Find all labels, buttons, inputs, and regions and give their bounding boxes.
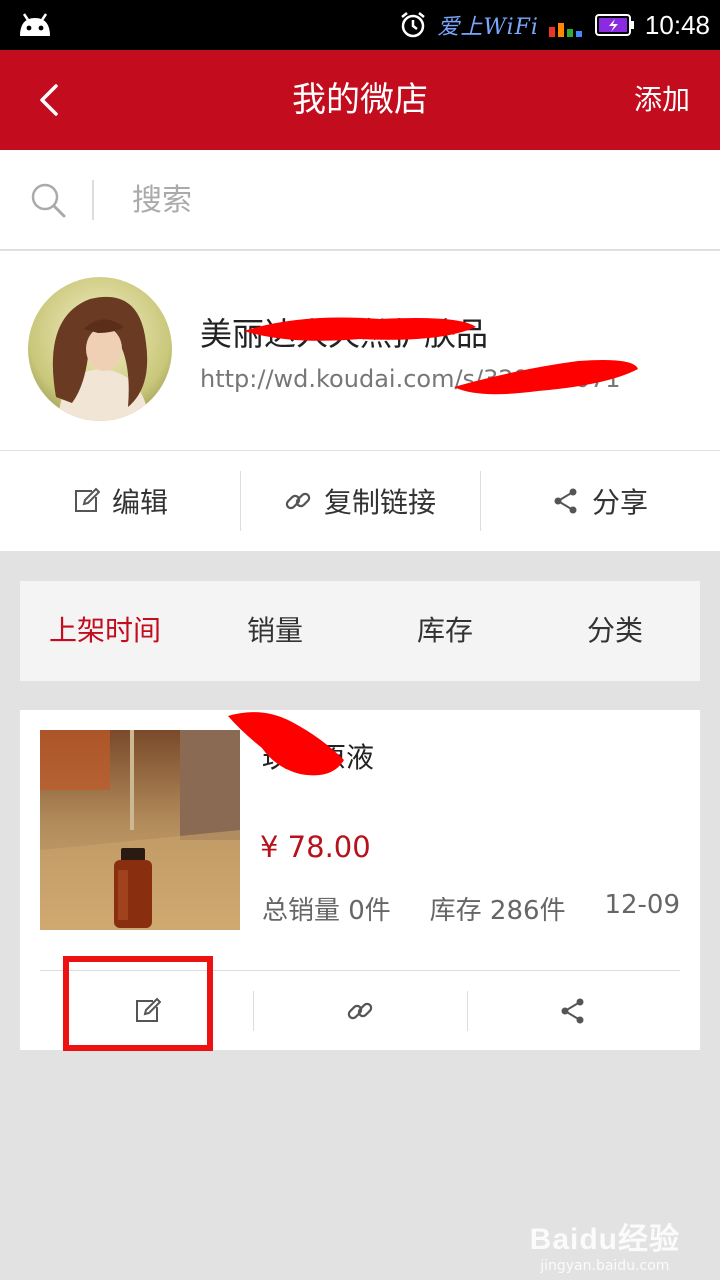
product-date: 12-09 (604, 890, 680, 920)
edit-shop-button[interactable]: 编辑 (0, 451, 240, 551)
search-bar (0, 150, 720, 250)
signal-icon (548, 23, 582, 37)
search-input[interactable] (132, 175, 692, 225)
redaction-mark (244, 317, 476, 341)
link-icon (285, 492, 311, 510)
edit-icon (74, 487, 100, 512)
shop-profile[interactable]: 美丽达人天然护肤品 http://wd.koudai.com/s/3295290… (0, 251, 720, 451)
alarm-icon (401, 12, 426, 38)
sort-tabs: 上架时间 销量 库存 分类 (20, 581, 700, 681)
copy-product-link-button[interactable] (253, 971, 466, 1050)
status-bar: 爱上WiFi 10:48 (0, 0, 720, 50)
redaction-mark (228, 712, 344, 776)
shop-avatar (28, 277, 172, 421)
baidu-watermark: Baidu经验 jingyan.baidu.com (530, 1214, 680, 1274)
product-sales: 总销量 0件 (262, 896, 391, 926)
add-button[interactable]: 添加 (634, 50, 690, 150)
copy-link-label: 复制链接 (323, 486, 436, 519)
highlight-annotation-box (63, 956, 213, 1051)
product-stock: 库存 286件 (429, 896, 566, 926)
redaction-mark (454, 360, 638, 395)
share-icon (554, 488, 577, 514)
tab-category[interactable]: 分类 (530, 581, 700, 681)
share-icon (561, 998, 584, 1023)
watermark-brand: Baidu经验 (529, 1223, 680, 1256)
share-shop-label: 分享 (591, 486, 648, 519)
tab-sales[interactable]: 销量 (190, 581, 360, 681)
share-product-button[interactable] (466, 971, 680, 1050)
copy-link-button[interactable]: 复制链接 (240, 451, 480, 551)
search-icon (31, 183, 66, 218)
watermark-domain: jingyan.baidu.com (540, 1258, 670, 1274)
search-divider (92, 180, 94, 220)
product-meta: 总销量 0件 库存 286件 12-09 (262, 890, 680, 927)
battery-icon (594, 14, 634, 36)
wifi-app-label: 爱上WiFi (437, 15, 539, 40)
page-title: 我的微店 (292, 80, 428, 120)
back-icon[interactable] (22, 72, 78, 128)
tab-listing-time[interactable]: 上架时间 (20, 581, 190, 681)
clock: 10:48 (644, 9, 710, 40)
link-icon (347, 1002, 373, 1019)
tab-stock[interactable]: 库存 (360, 581, 530, 681)
shop-actions: 编辑 复制链接 分享 (0, 451, 720, 551)
product-price: ¥ 78.00 (260, 830, 371, 864)
edit-shop-label: 编辑 (111, 486, 168, 519)
title-bar: 我的微店 添加 (0, 50, 720, 150)
product-thumbnail (40, 730, 240, 930)
share-shop-button[interactable]: 分享 (480, 451, 720, 551)
android-icon (20, 13, 50, 36)
